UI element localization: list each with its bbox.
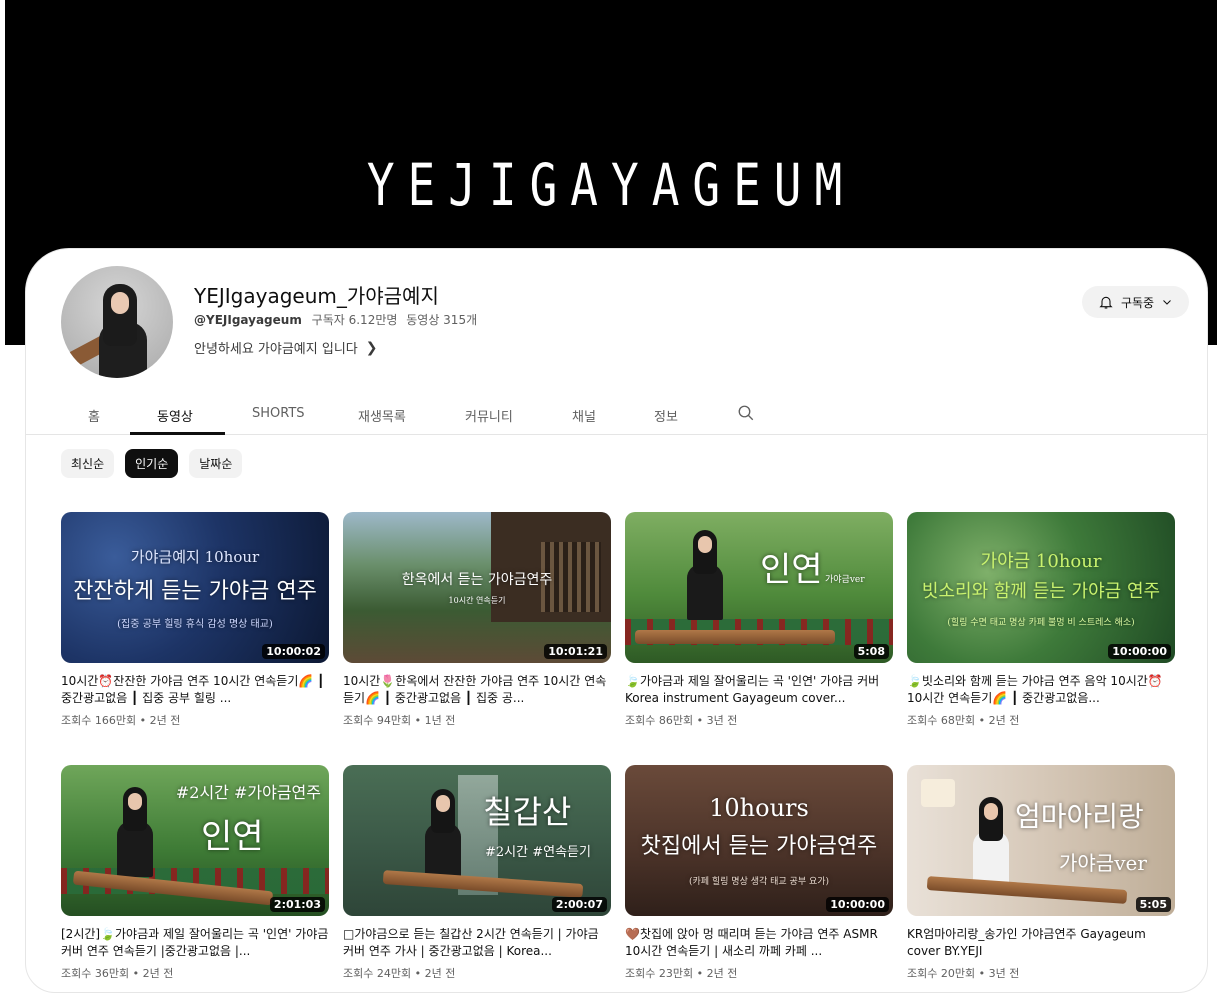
banner-title: YEJIGAYAGEUM [366, 151, 856, 219]
video-duration: 5:05 [1135, 897, 1171, 912]
channel-tabs: 홈 동영상 SHORTS 재생목록 커뮤니티 채널 정보 [26, 394, 1207, 435]
search-icon[interactable] [737, 404, 755, 422]
chip-latest[interactable]: 최신순 [61, 449, 115, 478]
video-thumbnail[interactable]: #2시간 #가야금연주 인연 2:01:03 [61, 765, 329, 916]
video-card[interactable]: #2시간 #가야금연주 인연 2:01:03 [2시간]🍃가야금과 제일 잘어울… [61, 765, 329, 981]
video-meta: 조회수 166만회 • 2년 전 [61, 714, 181, 727]
video-meta: 조회수 86만회 • 3년 전 [625, 714, 738, 727]
video-thumbnail[interactable]: 가야금 10hour 빗소리와 함께 듣는 가야금 연주 (힐링 수면 태교 명… [907, 512, 1175, 663]
video-title[interactable]: 🍃가야금과 제일 잘어울리는 곡 '인연' 가야금 커버 Korea instr… [625, 673, 893, 707]
video-duration: 10:00:00 [1108, 644, 1171, 659]
video-title[interactable]: 🍃빗소리와 함께 듣는 가야금 연주 음악 10시간⏰10시간 연속듣기🌈 ┃ … [907, 673, 1175, 707]
video-duration: 10:00:02 [262, 644, 325, 659]
channel-meta: @YEJIgayageum 구독자 6.12만명 동영상 315개 [194, 311, 482, 328]
chip-oldest[interactable]: 날짜순 [189, 449, 243, 478]
subscriber-count: 구독자 6.12만명 [311, 313, 398, 327]
tab-playlists[interactable]: 재생목록 [358, 406, 406, 425]
video-card[interactable]: 10hours 찻집에서 듣는 가야금연주 (카페 힐링 명상 생각 태교 공부… [625, 765, 893, 981]
video-duration: 10:01:21 [544, 644, 607, 659]
channel-avatar[interactable] [61, 266, 173, 378]
subscribed-button[interactable]: 구독중 [1082, 286, 1189, 318]
channel-handle: @YEJIgayageum [194, 313, 302, 327]
video-duration: 10:00:00 [826, 897, 889, 912]
tab-home[interactable]: 홈 [88, 406, 100, 425]
chip-popular[interactable]: 인기순 [125, 449, 179, 478]
video-meta: 조회수 36만회 • 2년 전 [61, 967, 174, 980]
tab-community[interactable]: 커뮤니티 [465, 406, 513, 425]
channel-name: YEJIgayageum_가야금예지 [194, 284, 439, 308]
video-thumbnail[interactable]: 칠갑산 #2시간 #연속듣기 2:00:07 [343, 765, 611, 916]
tab-videos[interactable]: 동영상 [157, 406, 193, 425]
channel-description-text: 안녕하세요 가야금예지 입니다 [194, 342, 358, 357]
video-title[interactable]: 10시간⏰잔잔한 가야금 연주 10시간 연속듣기🌈 ┃ 중간광고없음 ┃ 집중… [61, 673, 329, 707]
video-card[interactable]: 한옥에서 듣는 가야금연주 10시간 연속듣기 10:01:21 10시간🌷한옥… [343, 512, 611, 728]
video-meta: 조회수 24만회 • 2년 전 [343, 967, 456, 980]
video-thumbnail[interactable]: 한옥에서 듣는 가야금연주 10시간 연속듣기 10:01:21 [343, 512, 611, 663]
video-thumbnail[interactable]: 엄마아리랑 가야금ver 5:05 [907, 765, 1175, 916]
tab-about[interactable]: 정보 [654, 406, 678, 425]
tab-channels[interactable]: 채널 [572, 406, 596, 425]
video-thumbnail[interactable]: 인연 가야금ver 5:08 [625, 512, 893, 663]
video-thumbnail[interactable]: 10hours 찻집에서 듣는 가야금연주 (카페 힐링 명상 생각 태교 공부… [625, 765, 893, 916]
active-tab-indicator [130, 432, 225, 435]
video-meta: 조회수 68만회 • 2년 전 [907, 714, 1020, 727]
tab-shorts[interactable]: SHORTS [252, 406, 305, 421]
subscribed-label: 구독중 [1120, 295, 1155, 310]
video-count: 동영상 315개 [406, 313, 478, 327]
channel-description[interactable]: 안녕하세요 가야금예지 입니다 ❯ [194, 338, 378, 358]
video-meta: 조회수 94만회 • 1년 전 [343, 714, 456, 727]
video-meta: 조회수 20만회 • 3년 전 [907, 967, 1020, 980]
video-duration: 2:01:03 [269, 897, 325, 912]
video-duration: 5:08 [853, 644, 889, 659]
video-meta: 조회수 23만회 • 2년 전 [625, 967, 738, 980]
video-card[interactable]: 인연 가야금ver 5:08 🍃가야금과 제일 잘어울리는 곡 '인연' 가야금… [625, 512, 893, 728]
video-card[interactable]: 가야금예지 10hour 잔잔하게 듣는 가야금 연주 (집중 공부 힐링 휴식… [61, 512, 329, 728]
video-title[interactable]: KR엄마아리랑_송가인 가야금연주 Gayageum cover BY.YEJI [907, 926, 1175, 960]
video-duration: 2:00:07 [551, 897, 607, 912]
chevron-right-icon: ❯ [365, 339, 378, 356]
video-card[interactable]: 칠갑산 #2시간 #연속듣기 2:00:07 □가야금으로 듣는 칠갑산 2시간… [343, 765, 611, 981]
video-thumbnail[interactable]: 가야금예지 10hour 잔잔하게 듣는 가야금 연주 (집중 공부 힐링 휴식… [61, 512, 329, 663]
sort-chips: 최신순 인기순 날짜순 [61, 449, 243, 478]
video-title[interactable]: 🤎찻집에 앉아 멍 때리며 듣는 가야금 연주 ASMR 10시간 연속듣기 |… [625, 926, 893, 960]
video-title[interactable]: [2시간]🍃가야금과 제일 잘어울리는 곡 '인연' 가야금 커버 연주 연속듣… [61, 926, 329, 960]
video-card[interactable]: 가야금 10hour 빗소리와 함께 듣는 가야금 연주 (힐링 수면 태교 명… [907, 512, 1175, 728]
video-card[interactable]: 엄마아리랑 가야금ver 5:05 KR엄마아리랑_송가인 가야금연주 Gaya… [907, 765, 1175, 981]
channel-page: YEJIgayageum_가야금예지 @YEJIgayageum 구독자 6.1… [25, 248, 1208, 993]
bell-icon [1099, 296, 1113, 309]
chevron-down-icon [1163, 300, 1171, 305]
video-title[interactable]: □가야금으로 듣는 칠갑산 2시간 연속듣기 | 가야금 커버 연주 가사 | … [343, 926, 611, 960]
video-title[interactable]: 10시간🌷한옥에서 잔잔한 가야금 연주 10시간 연속듣기🌈 ┃ 중간광고없음… [343, 673, 611, 707]
